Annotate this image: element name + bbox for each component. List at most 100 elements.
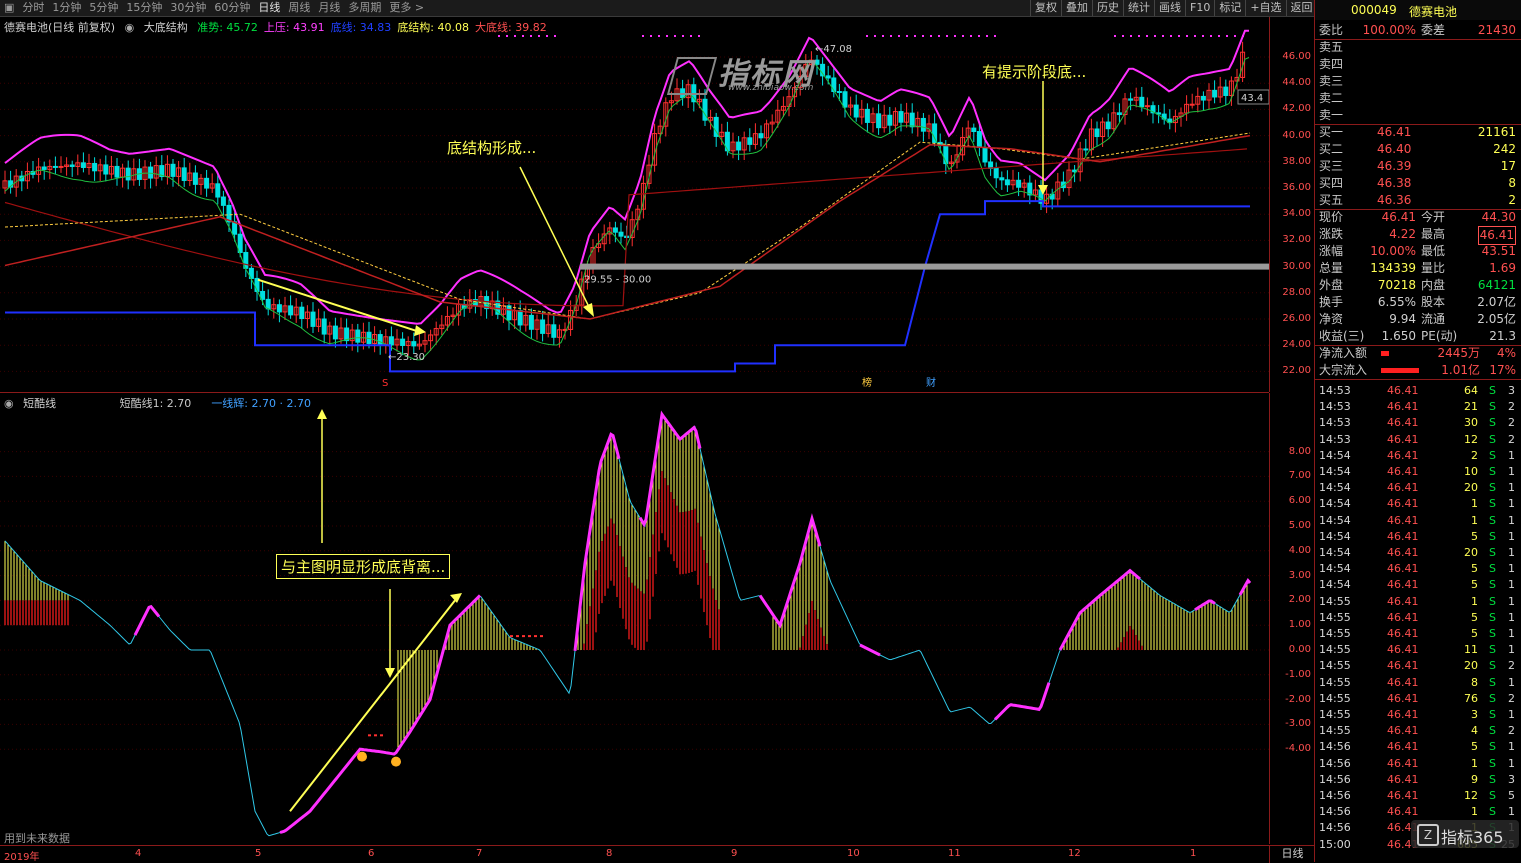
tick-time: 14:55 (1319, 691, 1351, 705)
candle-body (1094, 128, 1100, 138)
tool-button-5[interactable]: F10 (1185, 0, 1214, 16)
signal-dot (380, 734, 383, 737)
tab-5[interactable]: 60分钟 (210, 0, 254, 16)
tool-button-4[interactable]: 画线 (1154, 0, 1185, 16)
tick-price: 46.41 (1387, 481, 1419, 495)
bid-volume: 21161 (1477, 125, 1516, 139)
signal-dot (946, 35, 948, 37)
tick-side: S (1489, 384, 1496, 397)
date-axis: 2019年 4 5 6 7 8 9 10 11 12 1 (0, 845, 1269, 863)
tick-volume: 20 (1464, 546, 1478, 559)
indicator-tick: -2.00 (1285, 693, 1311, 705)
tool-button-6[interactable]: 标记 (1214, 0, 1245, 16)
indicator-axis: 8.00 7.00 6.00 5.00 4.00 3.00 2.00 1.00 0.00 -1.0… (1269, 393, 1315, 844)
tick-count: 1 (1508, 610, 1515, 624)
tick-price: 46.41 (1387, 594, 1419, 608)
signal-dot (1194, 35, 1196, 37)
tab-2[interactable]: 5分钟 (85, 0, 122, 16)
candle-body (276, 304, 282, 313)
tick-row: 14:54 46.41 5 S 1 (1317, 577, 1518, 593)
tick-price: 46.41 (1387, 416, 1419, 430)
candle-body (310, 311, 316, 327)
price-tick: 28.00 (1282, 286, 1311, 298)
tick-time: 14:55 (1319, 610, 1351, 624)
tab-10[interactable]: 更多 > (385, 0, 428, 16)
indicator-chart-panel[interactable]: ◉ 短酷线 短酷线1: 2.70 一线辉: 2.70 · 2.70 与主图明显形成… (0, 393, 1269, 845)
tick-time: 14:55 (1319, 594, 1351, 608)
tick-row: 14:54 46.41 10 S 1 (1317, 464, 1518, 480)
tab-8[interactable]: 月线 (314, 0, 344, 16)
candle-body (411, 341, 417, 347)
buy-signal-icon (391, 756, 401, 767)
signal-dot (374, 734, 377, 737)
tab-1[interactable]: 1分钟 (48, 0, 85, 16)
signal-dot (530, 35, 532, 37)
tick-time: 14:54 (1319, 513, 1351, 527)
tick-volume: 9 (1471, 772, 1478, 786)
tick-volume: 5 (1471, 610, 1478, 624)
candle-body (1016, 179, 1022, 188)
candle-body (148, 166, 154, 179)
tool-button-2[interactable]: 历史 (1092, 0, 1123, 16)
stat-label2: 股本 (1421, 295, 1446, 309)
stat-value: 46.41 (1381, 210, 1416, 224)
tick-row: 14:54 46.41 20 S 1 (1317, 545, 1518, 561)
signal-dot (666, 35, 668, 37)
indicator-tick: 7.00 (1288, 470, 1311, 482)
candle-body (971, 127, 977, 133)
candle-body (355, 329, 361, 343)
range-label: 29.55 - 30.00 (584, 275, 651, 286)
tab-4[interactable]: 30分钟 (166, 0, 210, 16)
tick-side: S (1489, 610, 1496, 624)
weibi-row-value: 100.00% (1362, 23, 1416, 37)
signal-dot (994, 35, 996, 37)
tool-button-8[interactable]: 返回 (1285, 0, 1317, 16)
signal-dot (1242, 35, 1244, 37)
indicator-svg (0, 409, 1269, 837)
date-tick: 4 (135, 848, 142, 859)
marker-cai: 财 (926, 376, 936, 389)
tick-price: 46.41 (1387, 562, 1419, 576)
arrow-head (583, 303, 594, 317)
tool-button-0[interactable]: 复权 (1030, 0, 1061, 16)
tick-time: 14:56 (1319, 740, 1351, 754)
stat-label2: 最低 (1421, 244, 1446, 258)
candle-body (876, 113, 882, 129)
candle-body (1200, 95, 1206, 101)
tick-time: 14:56 (1319, 772, 1351, 786)
tab-0[interactable]: 分时 (18, 0, 48, 16)
stat-label: 现价 (1319, 210, 1344, 224)
tab-7[interactable]: 周线 (284, 0, 314, 16)
flow-label: 大宗流入 (1319, 363, 1368, 377)
stat-value: 70218 (1377, 278, 1416, 292)
ask-row: 卖三 (1317, 73, 1518, 90)
tool-button-1[interactable]: 叠加 (1061, 0, 1092, 16)
tick-side: S (1489, 708, 1496, 721)
app-menu-icon[interactable]: ▣ (0, 0, 18, 16)
signal-dot (522, 35, 524, 37)
tick-count: 1 (1508, 529, 1515, 543)
tick-price: 46.41 (1387, 546, 1419, 559)
stat-label: 涨跌 (1319, 227, 1344, 241)
signal-dot (914, 35, 916, 37)
tool-button-7[interactable]: +自选 (1245, 0, 1285, 16)
tick-side: S (1489, 659, 1496, 673)
tab-9[interactable]: 多周期 (344, 0, 385, 16)
tick-price: 46.41 (1387, 513, 1419, 527)
stat-label: 收益(三) (1319, 329, 1365, 343)
kline-chart-panel[interactable]: 德赛电池(日线 前复权) ◉ 大底结构 准势: 45.72 上压: 43.91 底线… (0, 17, 1269, 393)
stock-name: 德赛电池 (1409, 5, 1458, 19)
candle-body (842, 91, 848, 108)
trend-line (4, 57, 1250, 361)
signal-dot (510, 635, 513, 638)
tick-price: 46.41 (1387, 659, 1419, 673)
candle-body (993, 167, 999, 179)
tab-6[interactable]: 日线 (254, 0, 284, 16)
rising-segment (573, 432, 621, 651)
weibi-row-label2: 委差 (1421, 23, 1446, 37)
tab-3[interactable]: 15分钟 (122, 0, 166, 16)
signal-dot (1234, 35, 1236, 37)
tick-price: 46.41 (1387, 497, 1419, 511)
tool-button-3[interactable]: 统计 (1123, 0, 1154, 16)
ask-row: 卖四 (1317, 56, 1518, 73)
